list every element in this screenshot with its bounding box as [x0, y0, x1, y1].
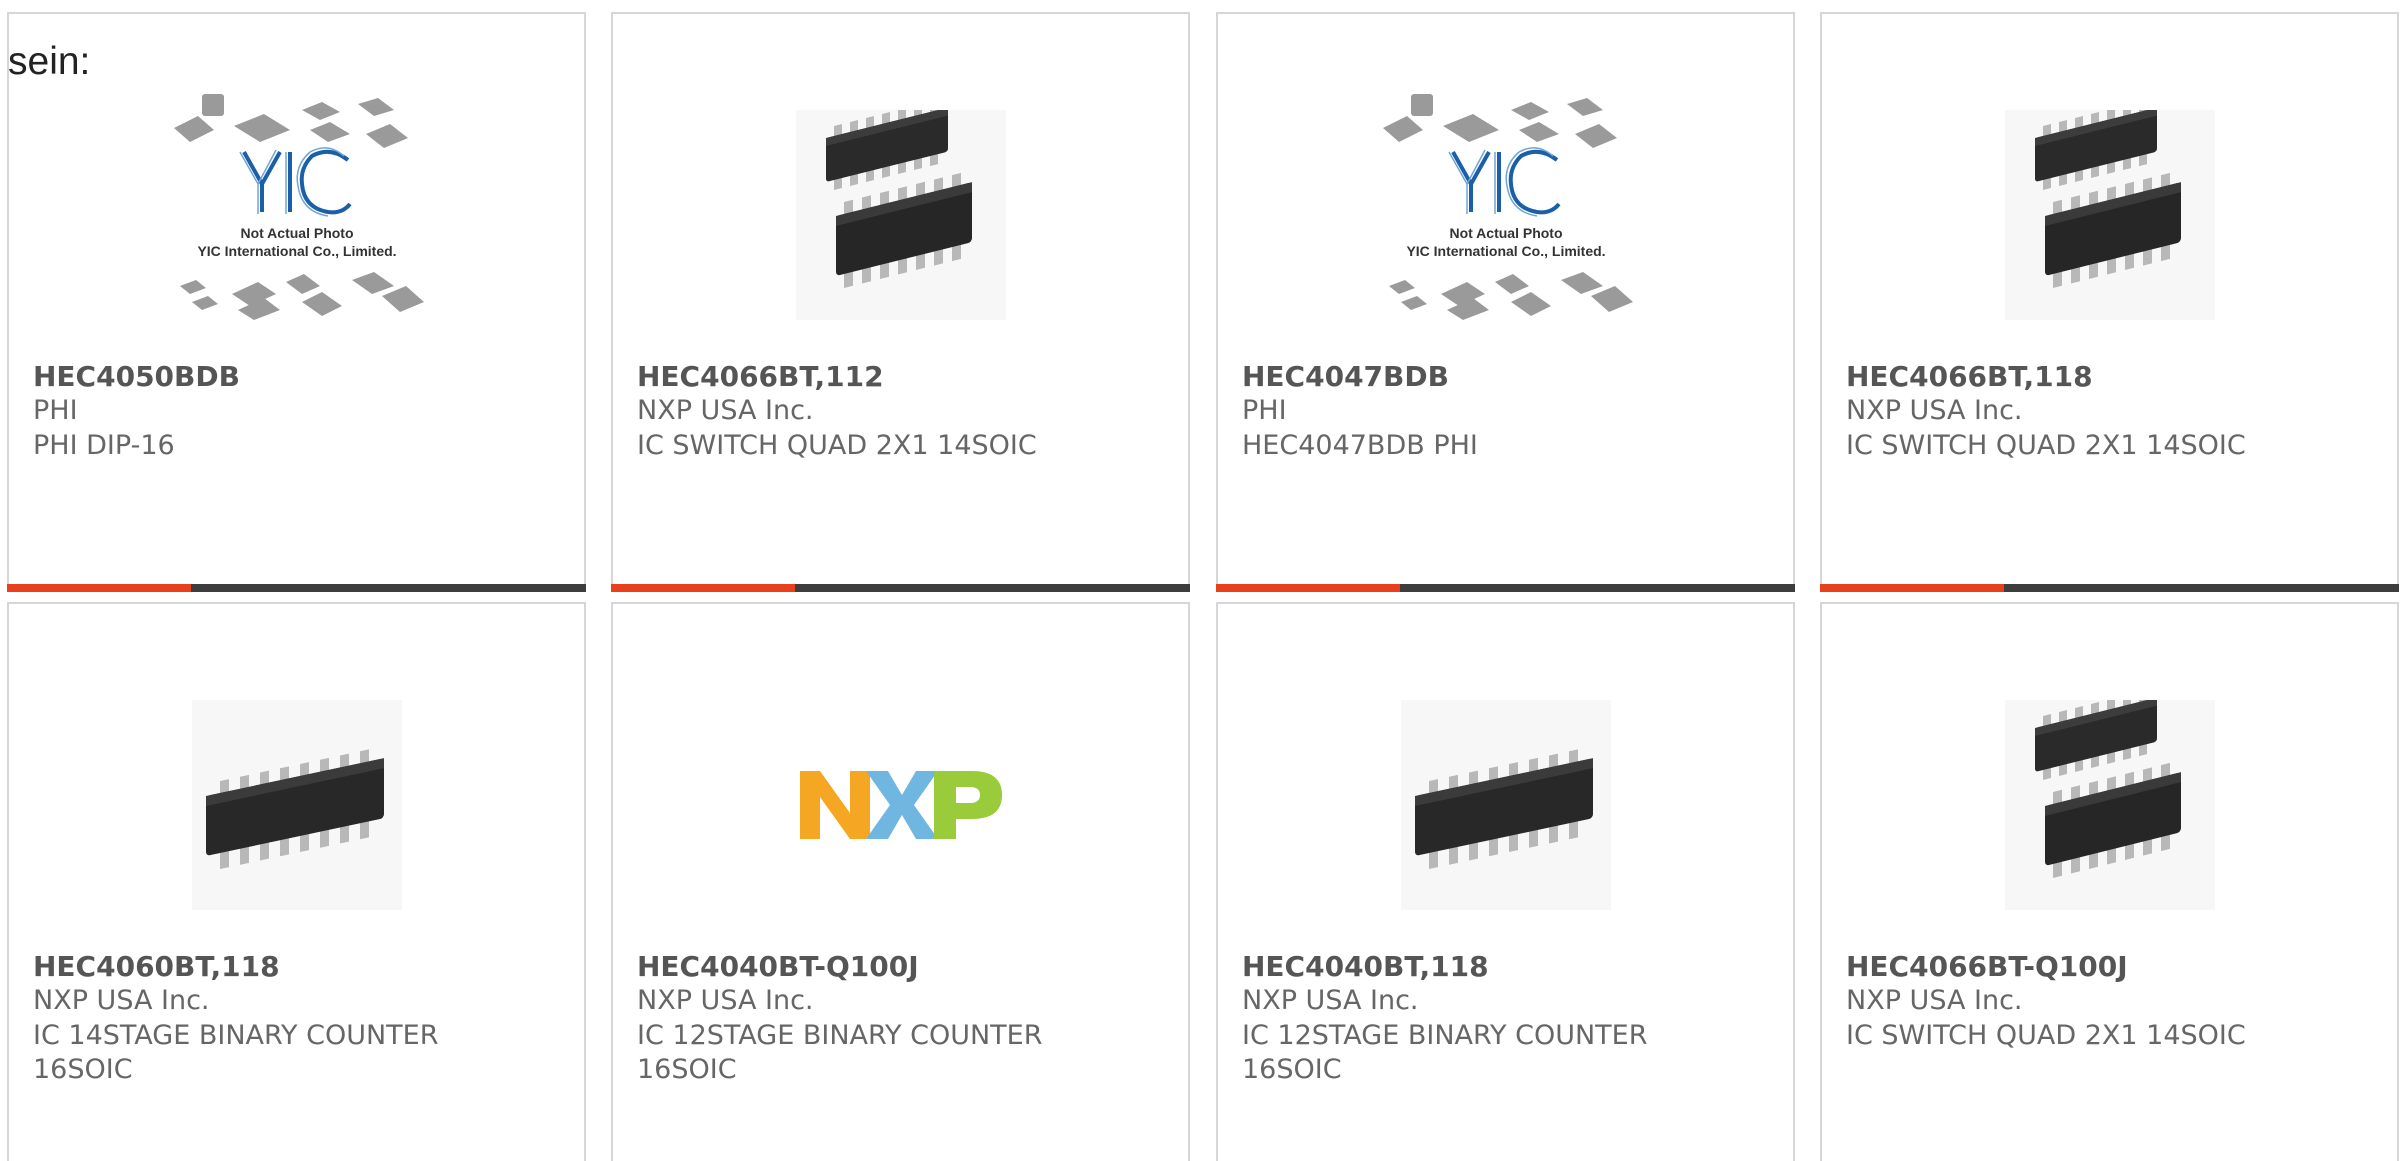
yic-placeholder-icon[interactable]: Not Actual Photo YIC International Co., … [162, 80, 432, 350]
product-card[interactable]: Not Actual Photo YIC International Co., … [1216, 12, 1795, 592]
description: HEC4047BDB PHI [1242, 430, 1478, 461]
part-number[interactable]: HEC4066BT,112 [637, 360, 884, 394]
part-number[interactable]: HEC4050BDB [33, 360, 240, 394]
description: IC 12STAGE BINARY COUNTER 16SOIC [637, 1020, 1043, 1085]
part-number[interactable]: HEC4040BT-Q100J [637, 950, 919, 984]
manufacturer: PHI [33, 395, 78, 426]
manufacturer: PHI [1242, 395, 1287, 426]
part-number[interactable]: HEC4040BT,118 [1242, 950, 1489, 984]
soic-14-pair-icon[interactable] [1975, 80, 2245, 350]
product-card[interactable]: HEC4040BT,118 NXP USA Inc. IC 12STAGE BI… [1216, 602, 1795, 1161]
description: PHI DIP-16 [33, 430, 175, 461]
part-number[interactable]: HEC4047BDB [1242, 360, 1449, 394]
card-accent [1216, 584, 1400, 592]
card-bottom-bar [611, 584, 1190, 592]
yic-placeholder-icon[interactable]: Not Actual Photo YIC International Co., … [1371, 80, 1641, 350]
yic-line2: YIC International Co., Limited. [197, 243, 396, 259]
product-card[interactable]: HEC4040BT-Q100J NXP USA Inc. IC 12STAGE … [611, 602, 1190, 1161]
soic-14-pair-icon[interactable] [766, 80, 1036, 350]
yic-line1: Not Actual Photo [240, 225, 353, 241]
part-number[interactable]: HEC4066BT,118 [1846, 360, 2093, 394]
card-bottom-bar [1820, 584, 2399, 592]
yic-line2: YIC International Co., Limited. [1406, 243, 1605, 259]
card-bottom-bar [1216, 584, 1795, 592]
manufacturer: NXP USA Inc. [1846, 395, 2023, 426]
part-number[interactable]: HEC4060BT,118 [33, 950, 280, 984]
intro-text: sein: [8, 40, 91, 83]
product-card[interactable]: HEC4060BT,118 NXP USA Inc. IC 14STAGE BI… [7, 602, 586, 1161]
description: IC SWITCH QUAD 2X1 14SOIC [637, 430, 1037, 461]
description: IC SWITCH QUAD 2X1 14SOIC [1846, 1020, 2246, 1051]
nxp-logo-icon[interactable] [766, 670, 1036, 940]
product-card[interactable]: HEC4066BT,118 NXP USA Inc. IC SWITCH QUA… [1820, 12, 2399, 592]
card-bottom-bar [7, 584, 586, 592]
part-number[interactable]: HEC4066BT-Q100J [1846, 950, 2128, 984]
soic-16-icon[interactable] [162, 670, 432, 940]
product-grid-page: sein: Not Actual Photo YIC International… [0, 0, 2400, 1161]
yic-line1: Not Actual Photo [1449, 225, 1562, 241]
card-accent [1820, 584, 2004, 592]
product-card[interactable]: HEC4066BT-Q100J NXP USA Inc. IC SWITCH Q… [1820, 602, 2399, 1161]
manufacturer: NXP USA Inc. [637, 395, 814, 426]
manufacturer: NXP USA Inc. [1242, 985, 1419, 1016]
soic-14-pair-icon[interactable] [1975, 670, 2245, 940]
product-card[interactable]: HEC4066BT,112 NXP USA Inc. IC SWITCH QUA… [611, 12, 1190, 592]
soic-16-icon[interactable] [1371, 670, 1641, 940]
manufacturer: NXP USA Inc. [637, 985, 814, 1016]
manufacturer: NXP USA Inc. [33, 985, 210, 1016]
card-accent [7, 584, 191, 592]
product-card[interactable]: Not Actual Photo YIC International Co., … [7, 12, 586, 592]
description: IC SWITCH QUAD 2X1 14SOIC [1846, 430, 2246, 461]
manufacturer: NXP USA Inc. [1846, 985, 2023, 1016]
description: IC 12STAGE BINARY COUNTER 16SOIC [1242, 1020, 1648, 1085]
card-accent [611, 584, 795, 592]
description: IC 14STAGE BINARY COUNTER 16SOIC [33, 1020, 439, 1085]
